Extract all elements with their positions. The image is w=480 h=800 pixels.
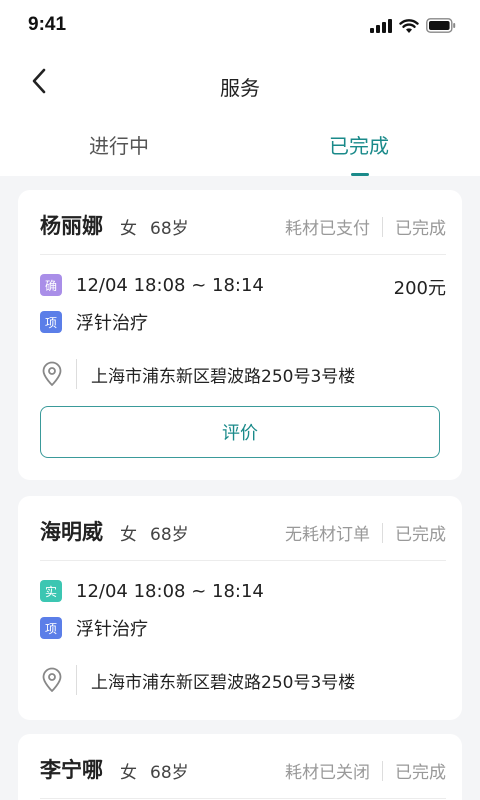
order-status-group: 耗材已关闭 已完成	[285, 758, 446, 783]
card-header: 海明威 女 68岁 无耗材订单 已完成	[40, 516, 446, 548]
order-status: 已完成	[395, 219, 446, 239]
tab-bar: 进行中 已完成	[0, 124, 480, 176]
material-status: 无耗材订单	[285, 525, 370, 545]
item-row: 项 浮针治疗	[40, 309, 446, 335]
wifi-icon	[399, 18, 419, 37]
time-row: 实 12/04 18:08 ~ 18:14	[40, 578, 446, 604]
time-badge: 实	[40, 580, 62, 602]
service-item: 浮针治疗	[76, 313, 148, 334]
service-address: 上海市浦东新区碧波路250号3号楼	[91, 366, 356, 387]
battery-icon	[426, 18, 456, 37]
page-title: 服务	[220, 76, 260, 100]
order-card[interactable]: 李宁哪 女 68岁 耗材已关闭 已完成	[18, 734, 462, 800]
item-badge: 项	[40, 311, 62, 333]
order-status-group: 耗材已支付 已完成	[285, 214, 446, 239]
item-badge: 项	[40, 617, 62, 639]
item-row: 项 浮针治疗	[40, 615, 446, 641]
divider	[76, 359, 77, 389]
patient-gender: 女	[120, 219, 137, 239]
divider	[40, 560, 446, 561]
divider	[76, 665, 77, 695]
divider	[382, 522, 383, 543]
patient-name: 李宁哪	[40, 758, 103, 782]
patient-age: 68岁	[150, 219, 189, 239]
tab-completed[interactable]: 已完成	[329, 130, 389, 159]
divider	[40, 254, 446, 255]
patient-gender: 女	[120, 525, 137, 545]
service-time: 12/04 18:08 ~ 18:14	[76, 274, 264, 296]
patient-age: 68岁	[150, 763, 189, 783]
location-pin-icon	[40, 666, 64, 694]
order-status: 已完成	[395, 763, 446, 783]
card-header: 李宁哪 女 68岁 耗材已关闭 已完成	[40, 754, 446, 786]
status-icons	[370, 18, 456, 37]
active-tab-indicator	[351, 173, 369, 176]
service-item: 浮针治疗	[76, 619, 148, 640]
service-time: 12/04 18:08 ~ 18:14	[76, 580, 264, 602]
header-area: 9:41 服务 进行中 已完成	[0, 0, 480, 176]
order-status: 已完成	[395, 525, 446, 545]
service-price: 200元	[393, 278, 446, 299]
service-address: 上海市浦东新区碧波路250号3号楼	[91, 672, 356, 693]
status-bar: 9:41	[0, 0, 480, 52]
address-row: 上海市浦东新区碧波路250号3号楼	[40, 357, 446, 391]
patient-age: 68岁	[150, 525, 189, 545]
location-pin-icon	[40, 360, 64, 388]
divider	[40, 798, 446, 799]
evaluate-button[interactable]: 评价	[40, 406, 440, 458]
order-status-group: 无耗材订单 已完成	[285, 520, 446, 545]
patient-name: 海明威	[40, 520, 103, 544]
time-row: 确 12/04 18:08 ~ 18:14 200元	[40, 272, 446, 299]
material-status: 耗材已支付	[285, 219, 370, 239]
card-header: 杨丽娜 女 68岁 耗材已支付 已完成	[40, 210, 446, 242]
patient-name: 杨丽娜	[40, 214, 103, 238]
divider	[382, 216, 383, 237]
signal-icon	[370, 18, 392, 37]
divider	[382, 760, 383, 781]
address-row: 上海市浦东新区碧波路250号3号楼	[40, 663, 446, 697]
material-status: 耗材已关闭	[285, 763, 370, 783]
order-card[interactable]: 海明威 女 68岁 无耗材订单 已完成 实 12/04 18:08 ~ 18:1…	[18, 496, 462, 720]
time-badge: 确	[40, 274, 62, 296]
patient-gender: 女	[120, 763, 137, 783]
order-card[interactable]: 杨丽娜 女 68岁 耗材已支付 已完成 确 12/04 18:08 ~ 18:1…	[18, 190, 462, 480]
status-time: 9:41	[28, 14, 67, 35]
tab-in-progress[interactable]: 进行中	[89, 130, 149, 159]
nav-bar: 服务	[0, 52, 480, 116]
